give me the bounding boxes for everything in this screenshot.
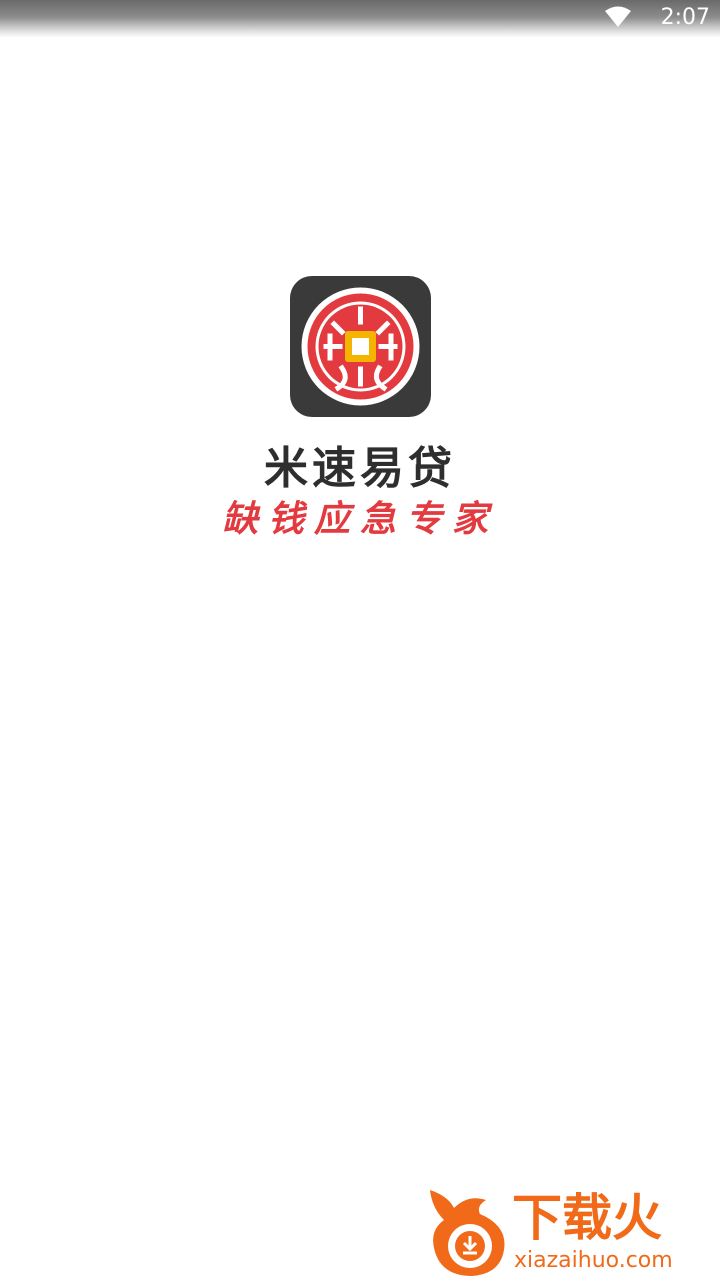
app-name: 米速易贷 xyxy=(264,443,456,494)
flame-download-icon xyxy=(430,1190,505,1276)
status-bar: 2:07 xyxy=(0,0,720,38)
app-logo xyxy=(290,276,431,417)
wifi-icon xyxy=(605,6,631,27)
watermark-url: xiazaihuo.com xyxy=(514,1248,673,1273)
app-slogan: 缺钱应急专家 xyxy=(221,498,498,540)
watermark-title: 下载火 xyxy=(512,1189,662,1247)
splash-screen: 2:07 米速易贷 缺钱应急专家 下载火 xiazaihuo.com xyxy=(0,0,720,1280)
watermark: 下载火 xiazaihuo.com xyxy=(424,1186,716,1278)
status-time: 2:07 xyxy=(660,5,710,30)
coin-logo-icon xyxy=(301,287,420,406)
